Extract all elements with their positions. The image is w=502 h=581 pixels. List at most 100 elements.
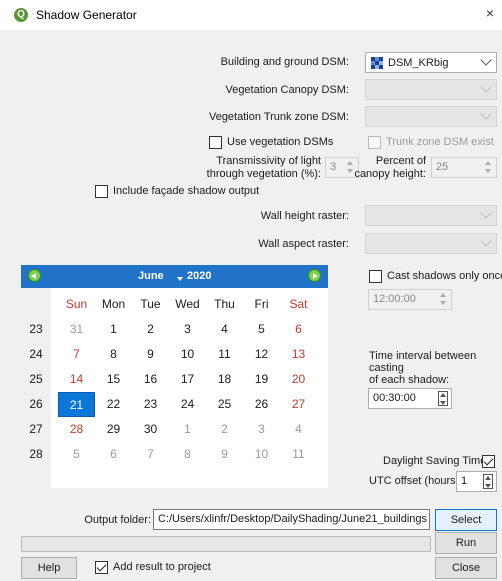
- calendar-day[interactable]: 28: [58, 417, 95, 442]
- trunk-exist-checkbox[interactable]: [368, 136, 381, 149]
- calendar-day[interactable]: 13: [280, 342, 317, 367]
- weekday-header: Fri: [254, 297, 269, 311]
- dst-checkbox[interactable]: [482, 455, 495, 468]
- calendar-day[interactable]: 31: [58, 317, 95, 342]
- trunk-exist-label: Trunk zone DSM exist: [386, 136, 494, 148]
- interval-value: 00:30:00: [373, 392, 416, 404]
- close-window-icon[interactable]: ×: [486, 5, 494, 21]
- calendar-day[interactable]: 12: [243, 342, 280, 367]
- spin-arrows-icon[interactable]: [483, 474, 493, 489]
- percent-canopy-spinbox[interactable]: 25: [431, 157, 497, 178]
- calendar-day[interactable]: 7: [132, 442, 169, 467]
- trunk-dsm-label: Vegetation Trunk zone DSM:: [208, 111, 349, 123]
- calendar-day[interactable]: 6: [280, 317, 317, 342]
- cast-once-checkbox[interactable]: [369, 270, 382, 283]
- calendar-day[interactable]: 10: [243, 442, 280, 467]
- previous-month-icon[interactable]: [28, 269, 41, 282]
- chevron-down-icon: [480, 207, 492, 219]
- transmissivity-label-line1: Transmissivity of light: [216, 155, 321, 167]
- calendar-day[interactable]: 9: [206, 442, 243, 467]
- calendar-day[interactable]: 27: [280, 392, 317, 417]
- calendar-day[interactable]: 1: [169, 417, 206, 442]
- calendar-year[interactable]: 2020: [187, 270, 211, 282]
- calendar-day[interactable]: 4: [206, 317, 243, 342]
- time-once-spinbox[interactable]: 12:00:00: [368, 289, 452, 310]
- output-folder-input[interactable]: C:/Users/xlinfr/Desktop/DailyShading/Jun…: [153, 509, 430, 530]
- weekday-header: Sat: [289, 297, 308, 311]
- calendar-day[interactable]: 30: [132, 417, 169, 442]
- add-result-checkbox[interactable]: [95, 561, 108, 574]
- wall-aspect-label: Wall aspect raster:: [258, 238, 349, 250]
- calendar-day[interactable]: 25: [206, 392, 243, 417]
- next-month-icon[interactable]: [308, 269, 321, 282]
- week-number: 28: [29, 447, 43, 461]
- calendar-day[interactable]: 3: [243, 417, 280, 442]
- date-calendar[interactable]: June 2020 Sun Mon Tue Wed Thu Fri Sat 23 31 1 2 3 4 5…: [21, 265, 328, 488]
- chevron-down-icon: [480, 81, 492, 93]
- close-button[interactable]: Close: [435, 557, 497, 579]
- calendar-day[interactable]: 24: [169, 392, 206, 417]
- facade-shadow-label: Include façade shadow output: [113, 185, 260, 197]
- interval-spinbox[interactable]: 00:30:00: [368, 388, 452, 409]
- calendar-navigation-bar: June 2020: [21, 265, 328, 288]
- transmissivity-label-line2: through vegetation (%):: [206, 168, 321, 180]
- trunk-dsm-combo[interactable]: [365, 106, 497, 127]
- calendar-day[interactable]: 17: [169, 367, 206, 392]
- help-button[interactable]: Help: [21, 557, 77, 579]
- utc-offset-label: UTC offset (hours):: [369, 475, 463, 487]
- utc-offset-spinbox[interactable]: 1: [456, 471, 497, 492]
- wall-height-combo[interactable]: [365, 205, 497, 226]
- spin-arrows-icon[interactable]: [438, 391, 448, 406]
- calendar-day[interactable]: 18: [206, 367, 243, 392]
- facade-shadow-checkbox[interactable]: [95, 185, 108, 198]
- calendar-day[interactable]: 6: [95, 442, 132, 467]
- calendar-day[interactable]: 15: [95, 367, 132, 392]
- progress-bar: [21, 536, 431, 552]
- calendar-day[interactable]: 2: [132, 317, 169, 342]
- use-vegetation-checkbox[interactable]: [209, 136, 222, 149]
- calendar-day[interactable]: 8: [169, 442, 206, 467]
- select-button[interactable]: Select: [435, 509, 497, 531]
- weekday-header: Sun: [65, 297, 88, 311]
- weekday-header: Thu: [214, 297, 235, 311]
- week-number: 25: [29, 372, 43, 386]
- time-once-value: 12:00:00: [373, 293, 416, 305]
- interval-label-line2: casting: [369, 362, 404, 374]
- chevron-down-icon: [480, 108, 492, 120]
- week-number: 24: [29, 347, 43, 361]
- calendar-day[interactable]: 4: [280, 417, 317, 442]
- calendar-day[interactable]: 5: [58, 442, 95, 467]
- calendar-month[interactable]: June: [138, 270, 164, 282]
- wall-height-label: Wall height raster:: [260, 210, 349, 222]
- calendar-day[interactable]: 22: [95, 392, 132, 417]
- percent-canopy-label-line1: Percent of: [375, 155, 426, 167]
- calendar-day[interactable]: 19: [243, 367, 280, 392]
- calendar-day[interactable]: 8: [95, 342, 132, 367]
- calendar-day[interactable]: 7: [58, 342, 95, 367]
- building-dsm-combo[interactable]: DSM_KRbig: [365, 52, 497, 73]
- output-folder-path: C:/Users/xlinfr/Desktop/DailyShading/Jun…: [158, 513, 428, 525]
- calendar-day[interactable]: 14: [58, 367, 95, 392]
- spin-arrows-icon[interactable]: [484, 160, 493, 175]
- calendar-day[interactable]: 2: [206, 417, 243, 442]
- calendar-day[interactable]: 1: [95, 317, 132, 342]
- calendar-day[interactable]: 5: [243, 317, 280, 342]
- run-button[interactable]: Run: [435, 532, 497, 554]
- calendar-day[interactable]: 16: [132, 367, 169, 392]
- calendar-day[interactable]: 10: [169, 342, 206, 367]
- calendar-day[interactable]: 23: [132, 392, 169, 417]
- wall-aspect-combo[interactable]: [365, 233, 497, 254]
- calendar-day[interactable]: 29: [95, 417, 132, 442]
- calendar-day[interactable]: 11: [280, 442, 317, 467]
- calendar-day[interactable]: 3: [169, 317, 206, 342]
- canopy-dsm-combo[interactable]: [365, 79, 497, 100]
- calendar-day[interactable]: 9: [132, 342, 169, 367]
- calendar-day[interactable]: 26: [243, 392, 280, 417]
- dst-label: Daylight Saving Time?: [383, 455, 493, 467]
- spin-arrows-icon[interactable]: [439, 292, 448, 307]
- week-number: 26: [29, 397, 43, 411]
- calendar-day-selected[interactable]: 21: [58, 392, 95, 417]
- window-title: Shadow Generator: [36, 8, 137, 22]
- calendar-day[interactable]: 11: [206, 342, 243, 367]
- calendar-day[interactable]: 20: [280, 367, 317, 392]
